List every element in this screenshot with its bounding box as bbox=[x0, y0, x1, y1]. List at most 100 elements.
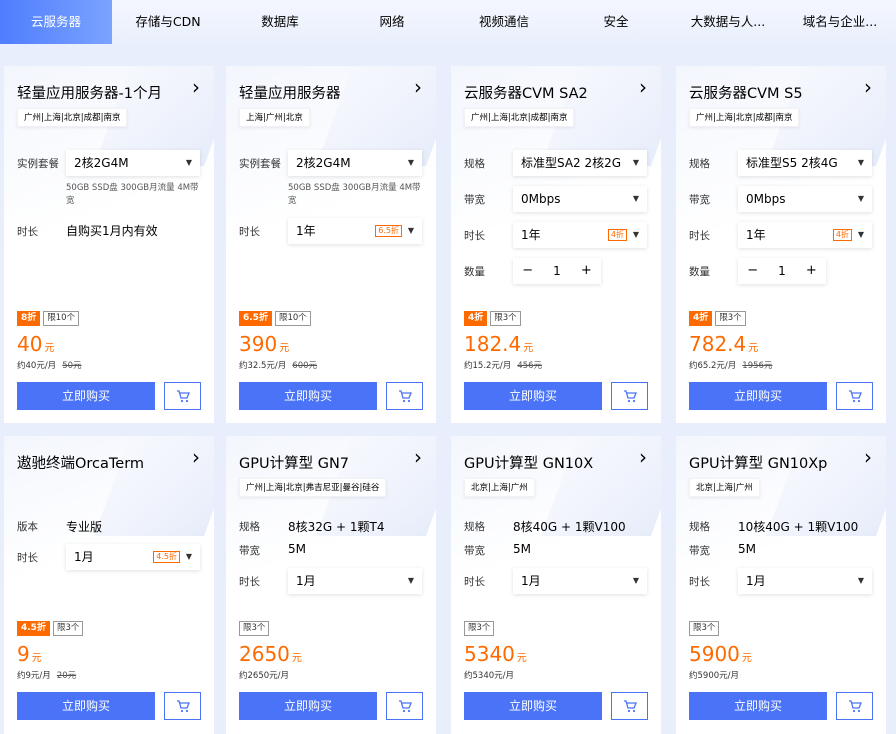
buy-now-button[interactable]: 立即购买 bbox=[464, 692, 602, 720]
dropdown-select[interactable]: 标准型SA2 2核2G ▼ bbox=[513, 150, 647, 176]
dropdown-select[interactable]: 标准型S5 2核4G ▼ bbox=[738, 150, 872, 176]
cart-icon bbox=[624, 390, 637, 403]
plus-button[interactable]: + bbox=[572, 258, 601, 284]
select-value: 0Mbps bbox=[521, 192, 561, 206]
add-to-cart-button[interactable] bbox=[836, 382, 873, 410]
badge-row: 限3个 bbox=[689, 621, 720, 636]
field-label: 规格 bbox=[464, 158, 485, 170]
field-value: 5M bbox=[738, 542, 756, 556]
add-to-cart-button[interactable] bbox=[164, 692, 201, 720]
limit-badge: 限3个 bbox=[490, 311, 521, 326]
field-label: 带宽 bbox=[464, 545, 485, 557]
dropdown-select[interactable]: 0Mbps ▼ bbox=[513, 186, 647, 212]
dropdown-select[interactable]: 1年 6.5折 ▼ bbox=[288, 218, 422, 244]
chevron-right-icon[interactable]: › bbox=[414, 75, 422, 99]
quantity-value[interactable]: 1 bbox=[542, 258, 571, 284]
add-to-cart-button[interactable] bbox=[164, 382, 201, 410]
card-title[interactable]: 云服务器CVM S5 bbox=[689, 82, 803, 103]
price: 5900 元 bbox=[689, 642, 752, 666]
dropdown-select[interactable]: 0Mbps ▼ bbox=[738, 186, 872, 212]
card-title[interactable]: 轻量应用服务器 bbox=[239, 82, 341, 103]
tab-7[interactable]: 域名与企业... bbox=[784, 0, 896, 44]
card-title[interactable]: GPU计算型 GN10X bbox=[464, 452, 593, 473]
card-title[interactable]: 云服务器CVM SA2 bbox=[464, 82, 588, 103]
caret-down-icon: ▼ bbox=[857, 194, 864, 203]
add-to-cart-button[interactable] bbox=[386, 382, 423, 410]
minus-button[interactable]: − bbox=[738, 258, 767, 284]
buy-now-button[interactable]: 立即购买 bbox=[689, 382, 827, 410]
original-price: 50元 bbox=[62, 361, 82, 371]
chevron-right-icon[interactable]: › bbox=[864, 75, 872, 99]
monthly-price: 约65.2元/月 1956元 bbox=[689, 359, 772, 371]
buy-now-button[interactable]: 立即购买 bbox=[689, 692, 827, 720]
dropdown-select[interactable]: 2核2G4M ▼ bbox=[288, 150, 422, 176]
add-to-cart-button[interactable] bbox=[836, 692, 873, 720]
discount-tag: 4折 bbox=[832, 229, 852, 241]
dropdown-select[interactable]: 2核2G4M ▼ bbox=[66, 150, 200, 176]
product-card: 云服务器CVM S5 › 广州|上海|北京|成都|南京 规格 标准型S5 2核4G ▼ 带宽… bbox=[676, 66, 886, 423]
dropdown-select[interactable]: 1月 ▼ bbox=[513, 568, 647, 594]
card-title[interactable]: 轻量应用服务器-1个月 bbox=[17, 82, 162, 103]
field-label: 数量 bbox=[464, 266, 485, 278]
region-list: 广州|上海|北京|成都|南京 bbox=[689, 108, 800, 127]
product-card: GPU计算型 GN10X › 北京|上海|广州 规格 8核40G + 1颗V100 带宽 5… bbox=[451, 436, 661, 734]
card-title[interactable]: GPU计算型 GN7 bbox=[239, 452, 349, 473]
tab-2[interactable]: 数据库 bbox=[224, 0, 336, 44]
dropdown-select[interactable]: 1年 4折 ▼ bbox=[513, 222, 647, 248]
select-value: 1月 bbox=[74, 550, 94, 564]
cart-icon bbox=[624, 700, 637, 713]
buy-now-button[interactable]: 立即购买 bbox=[17, 692, 155, 720]
add-to-cart-button[interactable] bbox=[611, 692, 648, 720]
field-label: 规格 bbox=[464, 521, 485, 533]
per-month: 约40元/月 bbox=[17, 361, 57, 371]
chevron-right-icon[interactable]: › bbox=[414, 445, 422, 469]
chevron-right-icon[interactable]: › bbox=[639, 445, 647, 469]
tab-3[interactable]: 网络 bbox=[336, 0, 448, 44]
tab-0[interactable]: 云服务器 bbox=[0, 0, 112, 44]
caret-down-icon: ▼ bbox=[857, 576, 864, 585]
card-title[interactable]: GPU计算型 GN10Xp bbox=[689, 452, 827, 473]
chevron-right-icon[interactable]: › bbox=[639, 75, 647, 99]
plus-button[interactable]: + bbox=[797, 258, 826, 284]
buy-now-button[interactable]: 立即购买 bbox=[17, 382, 155, 410]
chevron-right-icon[interactable]: › bbox=[864, 445, 872, 469]
spec-text: 50GB SSD盘 300GB月流量 4M带宽 bbox=[66, 183, 199, 206]
dropdown-select[interactable]: 1年 4折 ▼ bbox=[738, 222, 872, 248]
dropdown-select[interactable]: 1月 4.5折 ▼ bbox=[66, 544, 200, 570]
add-to-cart-button[interactable] bbox=[386, 692, 423, 720]
field-value: 5M bbox=[513, 542, 531, 556]
chevron-right-icon[interactable]: › bbox=[192, 75, 200, 99]
field-value: 8核40G + 1颗V100 bbox=[513, 520, 626, 534]
product-card: 遨驰终端OrcaTerm › 版本 专业版 时长 1月 4.5折 ▼ 4.5折 限3个 9 元约9元/… bbox=[4, 436, 214, 734]
category-tabs: 云服务器 存储与CDN 数据库 网络 视频通信 安全 大数据与人... 域名与企业... bbox=[0, 0, 896, 44]
field-label: 时长 bbox=[689, 576, 710, 588]
tab-6[interactable]: 大数据与人... bbox=[672, 0, 784, 44]
cart-icon bbox=[849, 700, 862, 713]
caret-down-icon: ▼ bbox=[185, 158, 192, 167]
buy-now-button[interactable]: 立即购买 bbox=[239, 692, 377, 720]
minus-button[interactable]: − bbox=[513, 258, 542, 284]
quantity-value[interactable]: 1 bbox=[767, 258, 796, 284]
buy-now-button[interactable]: 立即购买 bbox=[464, 382, 602, 410]
limit-badge: 限3个 bbox=[464, 621, 495, 636]
limit-badge: 限10个 bbox=[43, 311, 80, 326]
buy-now-button[interactable]: 立即购买 bbox=[239, 382, 377, 410]
dropdown-select[interactable]: 1月 ▼ bbox=[288, 568, 422, 594]
tab-4[interactable]: 视频通信 bbox=[448, 0, 560, 44]
card-title[interactable]: 遨驰终端OrcaTerm bbox=[17, 452, 144, 473]
field-label: 带宽 bbox=[464, 194, 485, 206]
caret-down-icon: ▼ bbox=[857, 158, 864, 167]
price-value: 2650 bbox=[239, 642, 290, 666]
limit-badge: 限3个 bbox=[689, 621, 720, 636]
tab-1[interactable]: 存储与CDN bbox=[112, 0, 224, 44]
field-label: 实例套餐 bbox=[239, 158, 281, 170]
tab-5[interactable]: 安全 bbox=[560, 0, 672, 44]
add-to-cart-button[interactable] bbox=[611, 382, 648, 410]
product-card: GPU计算型 GN10Xp › 北京|上海|广州 规格 10核40G + 1颗V100 带… bbox=[676, 436, 886, 734]
dropdown-select[interactable]: 1月 ▼ bbox=[738, 568, 872, 594]
monthly-price: 约32.5元/月 600元 bbox=[239, 359, 317, 371]
chevron-right-icon[interactable]: › bbox=[192, 445, 200, 469]
limit-badge: 限3个 bbox=[239, 621, 270, 636]
discount-tag: 6.5折 bbox=[375, 225, 402, 237]
product-card: 轻量应用服务器-1个月 › 广州|上海|北京|成都|南京 实例套餐 2核2G4M ▼ 50G… bbox=[4, 66, 214, 423]
